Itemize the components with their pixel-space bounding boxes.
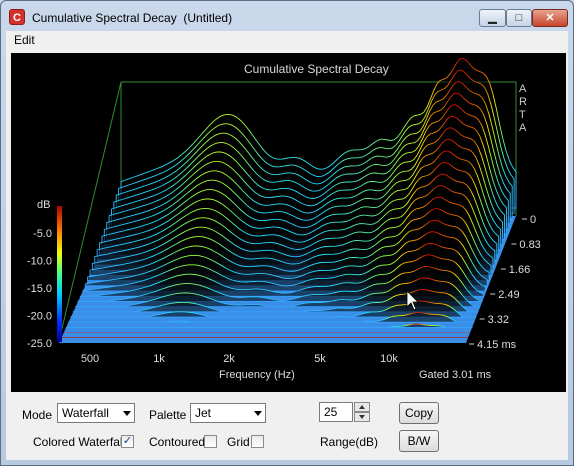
mode-select[interactable]: Waterfall (57, 403, 135, 423)
bw-button[interactable]: B/W (399, 430, 439, 452)
z-tick-label: 1.66 (509, 264, 530, 276)
waterfall-svg: -5.0 -10.0 -15.0 -20.0 -25.0 0 0.83 1.66 2.49 3.… (27, 58, 541, 365)
x-axis-label: Frequency (Hz) (219, 369, 295, 381)
maximize-button[interactable]: □ (506, 9, 532, 27)
z-tick-label: 2.49 (498, 289, 519, 301)
menu-edit[interactable]: Edit (14, 33, 35, 47)
waterfall-plot: -5.0 -10.0 -15.0 -20.0 -25.0 0 0.83 1.66 2.49 3.… (11, 53, 566, 392)
z-tick-label: 0 (530, 214, 536, 226)
menu-bar: Edit (6, 31, 568, 49)
waterfall-surface (61, 58, 517, 339)
window-title: Cumulative Spectral Decay (Untitled) (32, 11, 233, 25)
y-tick-labels: -5.0 -10.0 -15.0 -20.0 -25.0 (27, 228, 52, 350)
close-icon: ✕ (545, 12, 555, 24)
z-tick-label: 0.83 (519, 239, 540, 251)
grid-checkbox[interactable] (251, 435, 264, 448)
x-tick-label: 2k (223, 353, 235, 365)
y-tick-label: -5.0 (33, 228, 52, 240)
chart-title: Cumulative Spectral Decay (244, 62, 389, 76)
y-unit-label: dB (37, 199, 51, 211)
brand-letter-t: T (519, 109, 526, 121)
gated-label: Gated 3.01 ms (419, 369, 492, 381)
title-bar[interactable]: C Cumulative Spectral Decay (Untitled) ▁… (1, 1, 573, 31)
mode-value: Waterfall (62, 406, 109, 420)
range-label: Range(dB) (320, 435, 379, 449)
copy-button[interactable]: Copy (399, 402, 439, 424)
brand-letter-a2: A (519, 122, 527, 134)
spin-down-button[interactable] (354, 412, 370, 422)
chevron-down-icon (123, 411, 131, 416)
x-tick-label: 500 (81, 353, 99, 365)
y-tick-label: -15.0 (27, 283, 52, 295)
mode-label: Mode (22, 408, 53, 422)
y-tick-label: -10.0 (27, 256, 52, 268)
contoured-checkbox[interactable] (204, 435, 217, 448)
colored-waterfall-label: Colored Waterfall (33, 435, 126, 449)
app-window: C Cumulative Spectral Decay (Untitled) ▁… (0, 0, 574, 466)
palette-value: Jet (195, 406, 212, 420)
color-scale-bar (57, 206, 62, 342)
close-button[interactable]: ✕ (532, 9, 568, 27)
contoured-label: Contoured (149, 435, 206, 449)
range-input[interactable]: 25 (319, 402, 353, 422)
x-tick-label: 5k (314, 353, 326, 365)
x-tick-labels: 500 1k 2k 5k 10k (81, 353, 399, 365)
x-tick-label: 10k (380, 353, 398, 365)
palette-label: Palette (149, 408, 187, 422)
minimize-icon: ▁ (488, 12, 497, 24)
y-tick-label: -25.0 (27, 338, 52, 350)
palette-select[interactable]: Jet (190, 403, 266, 423)
z-tick-label: 3.32 (488, 314, 509, 326)
maximize-icon: □ (515, 12, 523, 24)
range-spinner[interactable]: 25 (319, 402, 371, 422)
brand-letter-a1: A (519, 83, 527, 95)
z-tick-label: 4.15 ms (477, 339, 517, 351)
minimize-button[interactable]: ▁ (479, 9, 506, 27)
x-tick-label: 1k (153, 353, 165, 365)
spin-up-button[interactable] (354, 402, 370, 412)
colored-waterfall-checkbox[interactable]: ✓ (121, 435, 134, 448)
app-icon: C (9, 9, 25, 25)
chevron-down-icon (254, 411, 262, 416)
y-tick-label: -20.0 (27, 311, 52, 323)
brand-letter-r: R (519, 96, 527, 108)
grid-label: Grid (227, 435, 250, 449)
